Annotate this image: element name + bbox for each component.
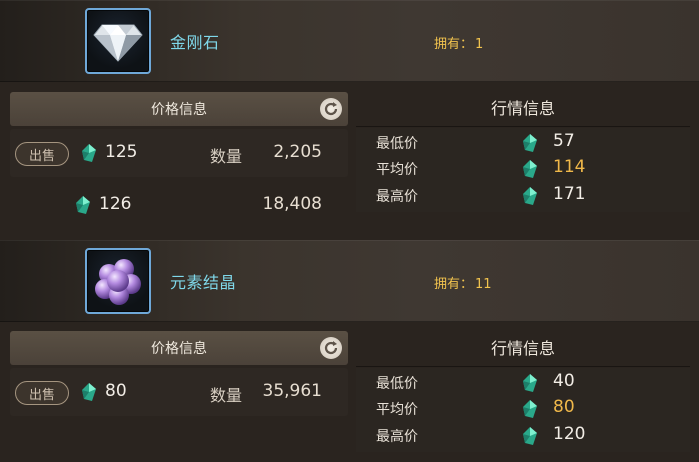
gem-currency-icon <box>523 187 537 205</box>
owned-count: 拥有： 1 <box>432 33 483 52</box>
quantity-value: 18,408 <box>262 194 322 214</box>
market-row-avg: 平均价 114 <box>356 156 690 182</box>
market-row-min: 最低价 40 <box>356 370 690 396</box>
refresh-icon <box>324 341 338 355</box>
refresh-icon <box>324 102 338 116</box>
price-value: 80 <box>105 381 127 401</box>
item-name: 金刚石 <box>170 33 220 52</box>
price-info-title: 价格信息 <box>151 102 207 118</box>
sell-button[interactable]: 出售 <box>15 381 69 405</box>
max-price-value: 171 <box>553 184 586 204</box>
diamond-item-slot[interactable] <box>85 8 151 74</box>
price-info-title: 价格信息 <box>151 341 207 357</box>
gem-currency-icon <box>523 400 537 418</box>
market-row-avg: 平均价 80 <box>356 396 690 422</box>
price-value: 126 <box>99 194 132 214</box>
market-info-header: 行情信息 <box>356 88 690 127</box>
quantity-label: 数量 <box>210 147 243 166</box>
market-info-header: 行情信息 <box>356 328 690 367</box>
owned-label: 拥有： <box>434 277 474 292</box>
gem-currency-icon <box>523 427 537 445</box>
item-header-element-crystal: 元素结晶 拥有： 11 <box>0 240 699 322</box>
item-name: 元素结晶 <box>170 273 237 292</box>
quantity-label: 数量 <box>210 386 243 405</box>
max-price-label: 最高价 <box>376 189 418 205</box>
min-price-label: 最低价 <box>376 136 418 152</box>
gem-currency-icon <box>523 374 537 392</box>
sell-button[interactable]: 出售 <box>15 142 69 166</box>
diamond-icon <box>93 24 143 62</box>
gem-currency-icon <box>76 196 90 214</box>
price-row[interactable]: 126 18,408 <box>10 181 348 229</box>
refresh-button[interactable] <box>320 337 342 359</box>
min-price-value: 57 <box>553 131 575 151</box>
max-price-label: 最高价 <box>376 429 418 445</box>
price-row[interactable]: 出售 80 数量 35,961 <box>10 368 348 416</box>
avg-price-value: 114 <box>553 157 586 177</box>
avg-price-label: 平均价 <box>376 402 418 418</box>
element-crystal-item-slot[interactable] <box>85 248 151 314</box>
avg-price-value: 80 <box>553 397 575 417</box>
price-info-header: 价格信息 <box>10 331 348 365</box>
market-info-body: 最低价 57 平均价 114 最高价 171 <box>356 128 690 212</box>
avg-price-label: 平均价 <box>376 162 418 178</box>
refresh-button[interactable] <box>320 98 342 120</box>
min-price-value: 40 <box>553 371 575 391</box>
max-price-value: 120 <box>553 424 586 444</box>
market-row-max: 最高价 171 <box>356 183 690 209</box>
owned-value: 11 <box>475 277 492 292</box>
market-row-max: 最高价 120 <box>356 423 690 449</box>
owned-value: 1 <box>475 37 484 52</box>
item-header-diamond: 金刚石 拥有： 1 <box>0 0 699 82</box>
price-value: 125 <box>105 142 138 162</box>
gem-currency-icon <box>82 383 96 401</box>
market-info-body: 最低价 40 平均价 80 最高价 120 <box>356 368 690 452</box>
owned-count: 拥有： 11 <box>432 273 492 292</box>
min-price-label: 最低价 <box>376 376 418 392</box>
purple-crystal-cluster-icon <box>95 259 141 305</box>
price-row[interactable]: 出售 125 数量 2,205 <box>10 129 348 177</box>
gem-currency-icon <box>523 134 537 152</box>
market-row-min: 最低价 57 <box>356 130 690 156</box>
price-info-header: 价格信息 <box>10 92 348 126</box>
owned-label: 拥有： <box>434 37 474 52</box>
quantity-value: 35,961 <box>262 381 322 401</box>
gem-currency-icon <box>82 144 96 162</box>
quantity-value: 2,205 <box>273 142 322 162</box>
gem-currency-icon <box>523 160 537 178</box>
